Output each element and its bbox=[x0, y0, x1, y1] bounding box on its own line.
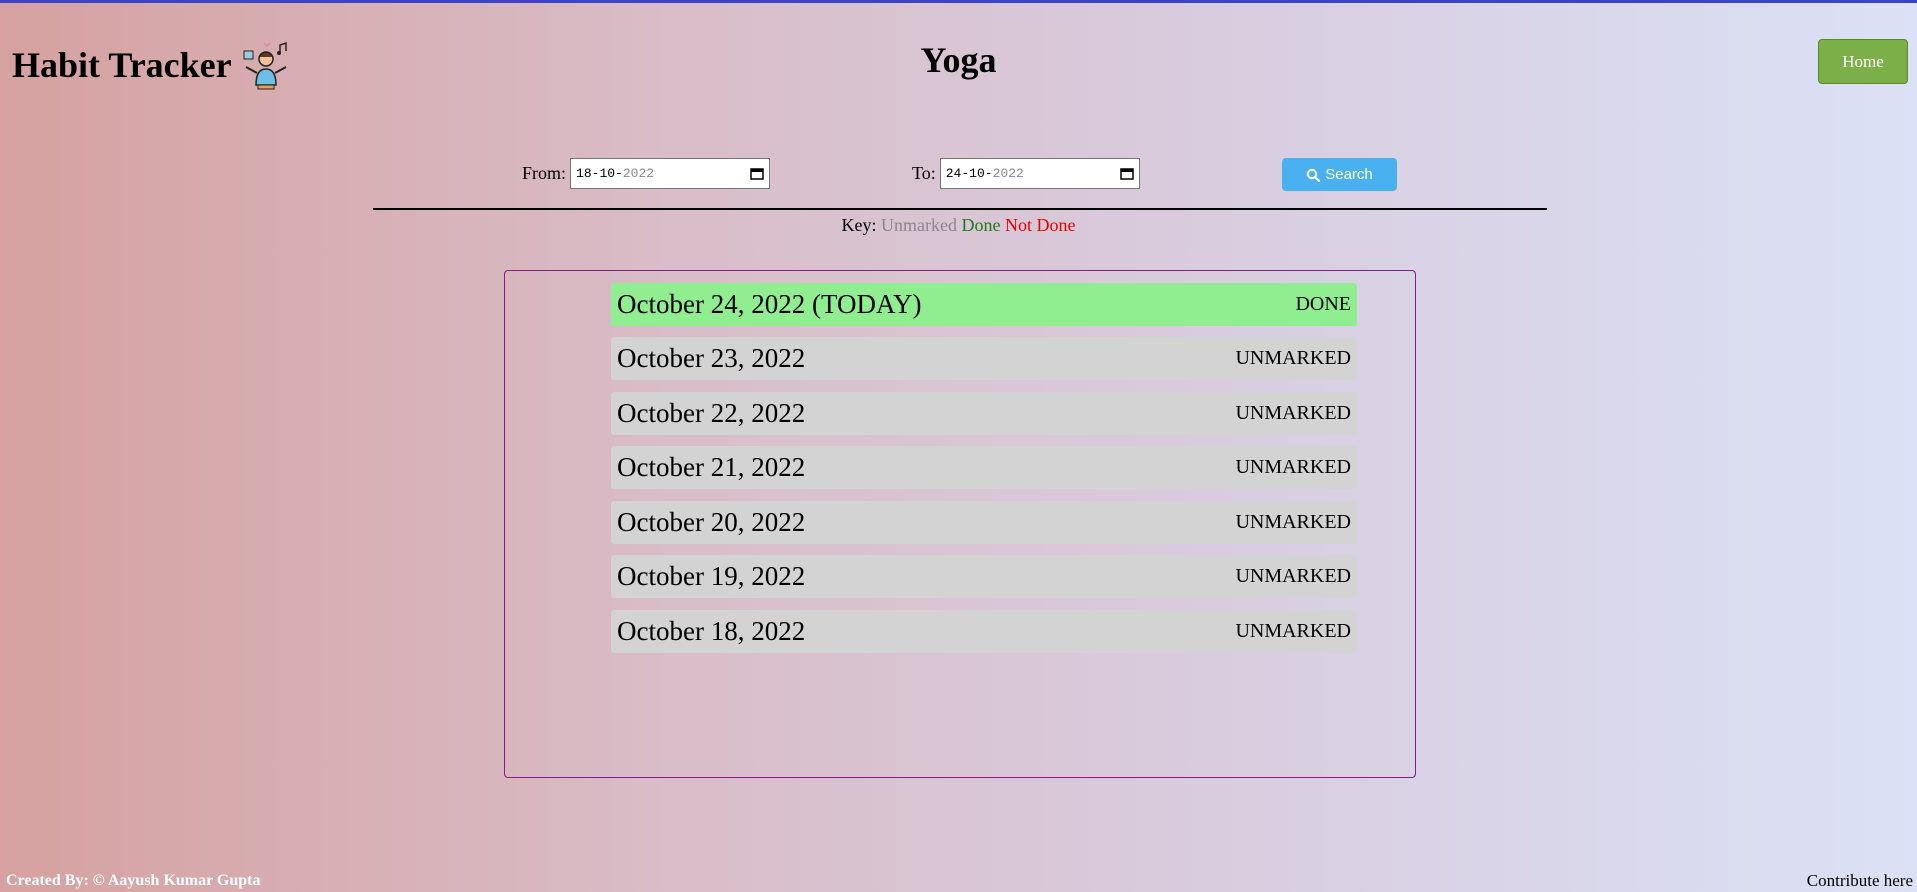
day-row[interactable]: October 23, 2022 UNMARKED bbox=[611, 337, 1357, 380]
search-label: Search bbox=[1325, 166, 1373, 183]
day-date: October 18, 2022 bbox=[617, 616, 806, 646]
to-date-input[interactable]: 24-10-2022 bbox=[939, 158, 1140, 189]
day-date: October 20, 2022 bbox=[617, 507, 806, 537]
from-label: From: bbox=[522, 163, 567, 183]
day-row[interactable]: October 21, 2022 UNMARKED bbox=[611, 446, 1357, 489]
to-month: 10 bbox=[969, 166, 985, 181]
from-day: 18 bbox=[576, 166, 592, 181]
day-date: October 22, 2022 bbox=[617, 398, 806, 428]
key-unmarked: Unmarked bbox=[881, 215, 957, 235]
calendar-icon[interactable] bbox=[1120, 167, 1134, 180]
key-not-done: Not Done bbox=[1004, 215, 1076, 235]
day-list: October 24, 2022 (TODAY) DONE October 23… bbox=[504, 270, 1416, 778]
day-status: UNMARKED bbox=[1235, 402, 1351, 424]
habit-name-heading: Yoga bbox=[920, 40, 997, 80]
key-label: Key: bbox=[841, 215, 877, 235]
day-row[interactable]: October 18, 2022 UNMARKED bbox=[611, 610, 1357, 653]
search-button[interactable]: Search bbox=[1282, 158, 1397, 191]
from-month: 10 bbox=[599, 166, 616, 181]
from-date-input[interactable]: 18-10-2022 bbox=[570, 158, 771, 189]
day-status: UNMARKED bbox=[1235, 620, 1351, 642]
day-row[interactable]: October 24, 2022 (TODAY) DONE bbox=[611, 283, 1357, 326]
footer-credit: Created By: © Aayush Kumar Gupta bbox=[6, 872, 261, 889]
day-date: October 24, 2022 (TODAY) bbox=[617, 289, 922, 319]
day-status: UNMARKED bbox=[1235, 347, 1351, 369]
contribute-link[interactable]: Contribute here bbox=[1807, 871, 1913, 891]
to-date-field: To: 24-10-2022 bbox=[912, 158, 1140, 189]
from-year: 2022 bbox=[622, 166, 655, 181]
status-key: Key: Unmarked Done Not Done bbox=[0, 215, 1917, 236]
day-date: October 19, 2022 bbox=[617, 561, 806, 591]
key-done: Done bbox=[961, 215, 1001, 235]
day-date: October 23, 2022 bbox=[617, 343, 806, 373]
day-status: DONE bbox=[1295, 293, 1351, 315]
to-label: To: bbox=[912, 163, 936, 183]
day-row[interactable]: October 20, 2022 UNMARKED bbox=[611, 501, 1357, 544]
divider bbox=[373, 208, 1547, 210]
to-day: 24 bbox=[945, 166, 962, 181]
from-date-field: From: 18-10-2022 bbox=[522, 158, 771, 189]
day-status: UNMARKED bbox=[1235, 456, 1351, 478]
to-year: 2022 bbox=[992, 166, 1024, 181]
day-status: UNMARKED bbox=[1235, 565, 1351, 587]
home-button[interactable]: Home bbox=[1818, 39, 1908, 84]
search-icon bbox=[1307, 168, 1321, 182]
day-status: UNMARKED bbox=[1235, 511, 1351, 533]
calendar-icon[interactable] bbox=[750, 167, 764, 180]
day-date: October 21, 2022 bbox=[617, 452, 806, 482]
day-row[interactable]: October 19, 2022 UNMARKED bbox=[611, 555, 1357, 598]
day-row[interactable]: October 22, 2022 UNMARKED bbox=[611, 392, 1357, 435]
